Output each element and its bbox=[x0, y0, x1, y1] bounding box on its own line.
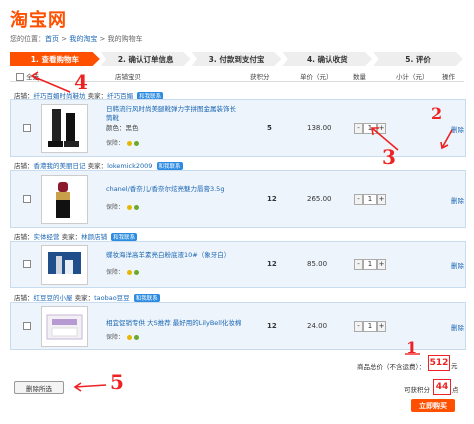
annotation-number: 4 bbox=[74, 70, 88, 94]
annotation-number: 3 bbox=[382, 145, 396, 169]
annotation-arrowhead bbox=[30, 71, 40, 81]
annotation-overlay bbox=[30, 71, 453, 392]
annotation-arrow bbox=[74, 384, 107, 388]
annotation-number: 1 bbox=[406, 338, 418, 357]
annotation-number: 2 bbox=[431, 104, 443, 123]
annotation-number: 5 bbox=[110, 370, 124, 394]
